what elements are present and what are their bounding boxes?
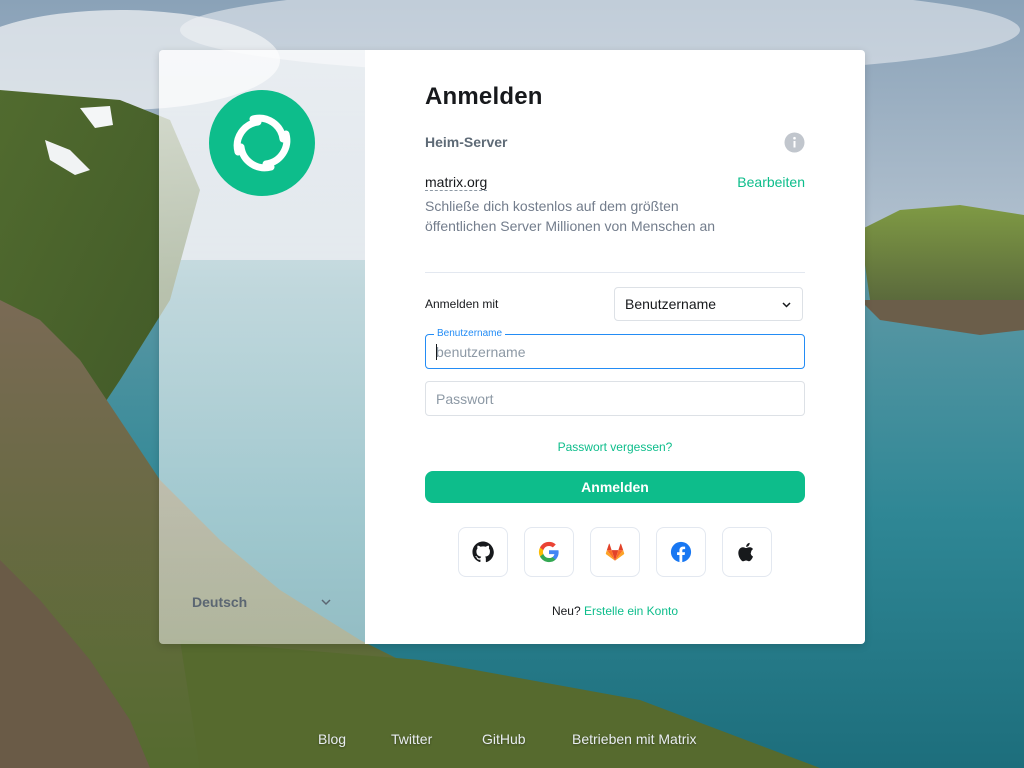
register-prefix: Neu? (551, 604, 581, 618)
login-form-panel: Anmelden Heim-Server matrix.org Bearbeit… (365, 50, 865, 644)
chevron-down-icon (782, 301, 791, 308)
language-label: Deutsch (192, 594, 248, 610)
branding-panel: Deutsch (159, 50, 365, 644)
text-caret (436, 344, 437, 360)
login-dialog: Deutsch Anmelden Heim-Server matrix.org … (159, 50, 865, 644)
forgot-password-link[interactable]: Passwort vergessen? (425, 440, 805, 454)
password-field[interactable] (425, 381, 805, 416)
homeserver-name: matrix.org (425, 174, 488, 191)
login-type-select[interactable]: Benutzername (614, 287, 803, 321)
footer-link-github[interactable]: GitHub (482, 731, 526, 747)
login-type-value: Benutzername (625, 296, 717, 312)
gitlab-sso-button[interactable] (590, 527, 640, 577)
element-logo (209, 90, 315, 196)
info-icon[interactable] (784, 132, 805, 153)
chevron-down-icon (321, 599, 331, 606)
homeserver-description: Schließe dich kostenlos auf dem größten … (425, 198, 716, 234)
username-field-label: Benutzername (434, 327, 506, 341)
apple-sso-button[interactable] (722, 527, 772, 577)
language-selector[interactable]: Deutsch (192, 592, 332, 612)
divider (425, 272, 805, 273)
footer: Blog Twitter GitHub Betrieben mit Matrix (0, 731, 1024, 751)
facebook-icon (670, 541, 692, 563)
footer-link-twitter[interactable]: Twitter (391, 731, 432, 747)
gitlab-icon (605, 543, 625, 561)
page-title: Anmelden (425, 83, 543, 110)
sign-in-button[interactable]: Anmelden (425, 471, 805, 503)
apple-icon (738, 542, 754, 562)
google-sso-button[interactable] (524, 527, 574, 577)
facebook-sso-button[interactable] (656, 527, 706, 577)
footer-link-blog[interactable]: Blog (318, 731, 346, 747)
create-account-link[interactable]: Erstelle ein Konto (584, 604, 678, 618)
sso-buttons (458, 527, 772, 577)
homeserver-label: Heim-Server (425, 134, 508, 150)
footer-link-powered-by-matrix[interactable]: Betrieben mit Matrix (572, 731, 696, 747)
login-with-label: Anmelden mit (425, 297, 499, 311)
google-icon (538, 541, 559, 563)
edit-homeserver-link[interactable]: Bearbeiten (737, 174, 805, 190)
username-field[interactable]: Benutzername (425, 327, 805, 369)
password-input[interactable] (426, 382, 804, 415)
github-sso-button[interactable] (458, 527, 508, 577)
register-prompt: Neu? Erstelle ein Konto (425, 604, 805, 618)
github-icon (472, 541, 494, 563)
